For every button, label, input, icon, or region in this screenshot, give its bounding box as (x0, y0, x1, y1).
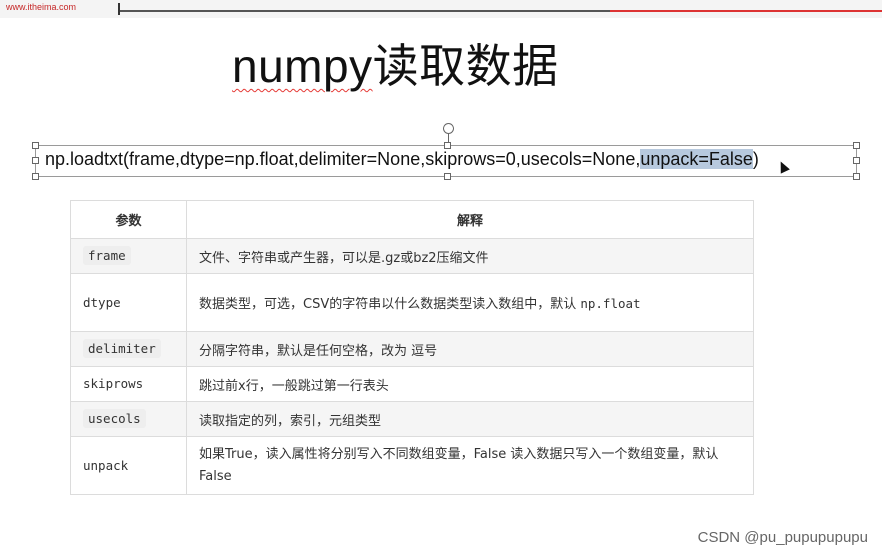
parameter-table: 参数 解释 frame 文件、字符串或产生器，可以是.gz或bz2压缩文件 dt… (70, 200, 754, 495)
param-desc: 如果True，读入属性将分别写入不同数组变量，False 读入数据只写入一个数组… (186, 436, 754, 495)
code-signature[interactable]: np.loadtxt(frame,dtype=np.float,delimite… (45, 149, 759, 170)
resize-handle-bottom-left[interactable] (32, 173, 39, 180)
table-row: unpack 如果True，读入属性将分别写入不同数组变量，False 读入数据… (70, 436, 754, 495)
table-row: delimiter 分隔字符串，默认是任何空格，改为 逗号 (70, 331, 754, 367)
table-header-row: 参数 解释 (70, 200, 754, 239)
param-desc-code: np.float (580, 296, 641, 311)
param-name: delimiter (83, 339, 161, 358)
banner-line (120, 10, 610, 12)
resize-handle-top-right[interactable] (853, 142, 860, 149)
code-signature-prefix: np.loadtxt(frame,dtype=np.float,delimite… (45, 149, 641, 169)
table-row: usecols 读取指定的列，索引，元组类型 (70, 401, 754, 437)
code-signature-suffix: ) (752, 149, 759, 169)
table-row: frame 文件、字符串或产生器，可以是.gz或bz2压缩文件 (70, 238, 754, 274)
resize-handle-bottom[interactable] (444, 173, 451, 180)
param-desc: 分隔字符串，默认是任何空格，改为 逗号 (186, 331, 754, 367)
param-name: frame (83, 246, 131, 265)
slide-title-text: 读取数据 (372, 40, 559, 92)
code-signature-selection: unpack=False (640, 149, 753, 169)
slide-title: numpy读取数据 (232, 30, 559, 96)
param-desc: 数据类型，可选，CSV的字符串以什么数据类型读入数组中，默认 (199, 297, 581, 312)
header-desc: 解释 (186, 200, 754, 239)
resize-handle-top-left[interactable] (32, 142, 39, 149)
param-desc: 文件、字符串或产生器，可以是.gz或bz2压缩文件 (186, 238, 754, 274)
param-name: unpack (83, 457, 129, 473)
param-name: skiprows (83, 376, 144, 391)
top-banner: www.itheima.com (0, 0, 882, 18)
watermark: CSDN @pu_pupupupupu (697, 529, 868, 546)
banner-accent-line (610, 10, 882, 12)
resize-handle-right[interactable] (853, 157, 860, 164)
resize-handle-bottom-right[interactable] (853, 173, 860, 180)
header-param: 参数 (70, 200, 187, 239)
site-logo-text: www.itheima.com (6, 2, 77, 12)
param-desc: 读取指定的列，索引，元组类型 (186, 401, 754, 437)
resize-handle-top[interactable] (444, 142, 451, 149)
param-desc: 跳过前x行，一般跳过第一行表头 (186, 366, 754, 402)
table-row: dtype 数据类型，可选，CSV的字符串以什么数据类型读入数组中，默认 np.… (70, 273, 754, 332)
banner-divider (118, 3, 120, 15)
param-name: dtype (83, 294, 121, 310)
resize-handle-left[interactable] (32, 157, 39, 164)
param-name: usecols (83, 409, 146, 428)
table-row: skiprows 跳过前x行，一般跳过第一行表头 (70, 366, 754, 402)
slide-title-keyword: numpy (232, 40, 373, 92)
